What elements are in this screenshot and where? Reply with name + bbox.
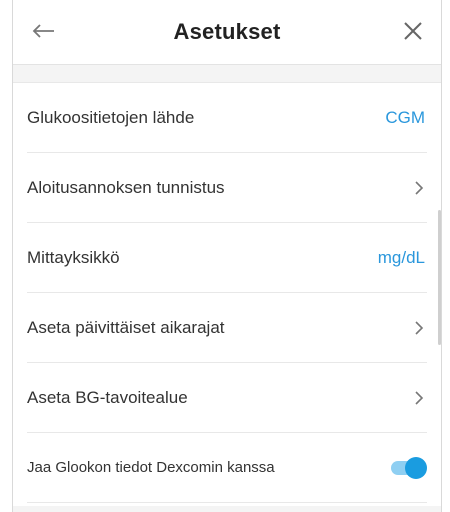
settings-list: Glukoositietojen lähde CGM Aloitusannoks… [13, 83, 441, 503]
setting-daily-time-limits[interactable]: Aseta päivittäiset aikarajat [27, 293, 427, 363]
page-title: Asetukset [173, 19, 281, 44]
bottom-band [13, 506, 441, 512]
setting-value: mg/dL [377, 248, 425, 267]
setting-label: Jaa Glookon tiedot Dexcomin kanssa [27, 459, 275, 476]
setting-label: Aseta BG-tavoitealue [27, 388, 188, 407]
header-bar: Asetukset [13, 0, 441, 65]
setting-label: Mittayksikkö [27, 248, 120, 267]
setting-value: CGM [385, 108, 425, 127]
setting-unit[interactable]: Mittayksikkö mg/dL [27, 223, 427, 293]
setting-label: Aseta päivittäiset aikarajat [27, 318, 225, 337]
close-button[interactable] [399, 17, 427, 45]
chevron-right-icon [415, 391, 424, 405]
dexcom-share-toggle[interactable] [389, 457, 427, 479]
chevron-right-icon [415, 321, 424, 335]
setting-initial-dose-detection[interactable]: Aloitusannoksen tunnistus [27, 153, 427, 223]
close-icon [404, 22, 422, 40]
setting-glucose-source[interactable]: Glukoositietojen lähde CGM [27, 83, 427, 153]
setting-label: Glukoositietojen lähde [27, 108, 195, 127]
toggle-knob [405, 457, 427, 479]
setting-label: Aloitusannoksen tunnistus [27, 178, 225, 197]
settings-screen: Asetukset Glukoositietojen lähde CGM Alo… [12, 0, 442, 512]
scrollbar[interactable] [438, 210, 441, 345]
section-spacer [13, 65, 441, 83]
setting-bg-target-range[interactable]: Aseta BG-tavoitealue [27, 363, 427, 433]
setting-dexcom-share: Jaa Glookon tiedot Dexcomin kanssa [27, 433, 427, 503]
chevron-right-icon [415, 181, 424, 195]
